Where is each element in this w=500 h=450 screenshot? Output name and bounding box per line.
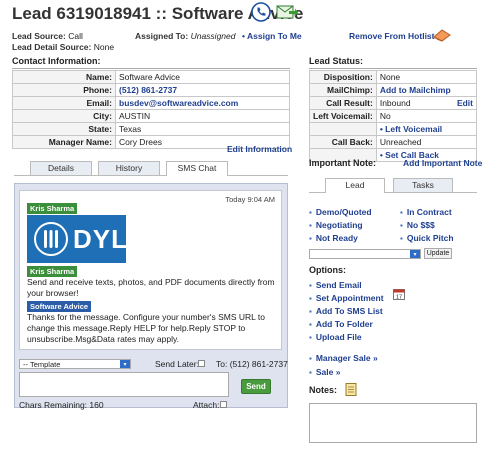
notes-input[interactable] [309,403,477,443]
mailchimp-label: MailChimp: [309,83,377,97]
stage-in-contract[interactable]: In Contract [400,207,452,217]
stage-select[interactable]: ▾ [309,249,421,259]
email-link[interactable]: busdev@softwareadvice.com [119,98,238,108]
dyl-logo-text: DYL [73,224,128,254]
calendar-icon[interactable]: 17 [393,288,405,301]
stage-quick-pitch[interactable]: Quick Pitch [400,233,454,243]
remove-hotlist-link[interactable]: Remove From Hotlist [349,31,435,41]
contact-table: Name: Software Advice Phone: (512) 861-273… [12,70,290,149]
attach-checkbox[interactable] [220,401,227,408]
call-back-label: Call Back: [309,135,377,149]
manager-label: Manager Name: [12,135,116,149]
disposition-label: Disposition: [309,70,377,84]
phone-icon[interactable] [251,2,271,22]
add-to-mailchimp-link[interactable]: Add to Mailchimp [380,85,451,95]
add-important-note-link[interactable]: Add Important Note [403,158,482,168]
tab-strip-line [14,175,288,176]
assigned-to: Assigned To: Unassigned [135,31,236,41]
dyl-logo-image[interactable]: DYL [27,215,128,263]
tab-details[interactable]: Details [30,161,92,175]
phone-label: Phone: [12,83,116,97]
sms-message-input[interactable] [19,372,229,397]
option-add-to-sms-list[interactable]: Add To SMS List [309,306,383,316]
left-voicemail-value: No [375,109,478,123]
left-voicemail-link[interactable]: • Left Voicemail [380,124,442,134]
chat-timestamp: Today 9:04 AM [225,195,275,204]
sale-link[interactable]: Sale » [309,367,341,377]
name-label: Name: [12,70,116,84]
select-arrow-icon: ▾ [410,250,420,258]
edit-call-result-link[interactable]: Edit [457,98,473,108]
update-button[interactable]: Update [424,248,452,259]
option-add-to-folder[interactable]: Add To Folder [309,319,373,329]
disposition-value: None [375,70,478,84]
stage-negotiating[interactable]: Negotiating [309,220,363,230]
state-label: State: [12,122,116,136]
note-pad-icon[interactable] [345,383,357,396]
phone-grid-icon [34,222,68,256]
tab-tasks[interactable]: Tasks [393,178,453,192]
select-arrow-icon: ▾ [120,360,130,368]
tab-history[interactable]: History [98,161,160,175]
sender-badge: Software Advice [27,301,92,312]
stage-demo-quoted[interactable]: Demo/Quoted [309,207,372,217]
lead-status-heading: Lead Status: [309,56,477,69]
send-later-label: Send Later: [155,359,199,369]
chars-remaining: Chars Remaining: 160 [19,400,104,410]
contact-info-heading: Contact Information: [12,56,290,69]
tab-sms-chat[interactable]: SMS Chat [166,161,228,176]
send-button[interactable]: Send [241,379,271,394]
name-value: Software Advice [115,70,290,84]
call-back-value: Unreached [375,135,478,149]
option-set-appointment[interactable]: Set Appointment [309,293,384,303]
email-label: Email: [12,96,116,110]
chat-log[interactable]: Today 9:04 AM Kris Sharma DYL Kris Sharm… [19,190,282,350]
stage-no-money[interactable]: No $$$ [400,220,435,230]
template-select[interactable]: -- Template ▾ [19,359,131,369]
message-text: Send and receive texts, photos, and PDF … [27,277,275,298]
edit-information-link[interactable]: Edit Information [227,144,292,154]
send-later-checkbox[interactable] [198,360,205,367]
city-value: AUSTIN [115,109,290,123]
attach-label: Attach: [193,400,220,410]
options-heading: Options: [309,265,346,275]
message-text: Thanks for the message. Configure your n… [27,312,265,344]
assign-to-me-link[interactable]: • Assign To Me [242,31,302,41]
sender-badge: Kris Sharma [27,203,78,214]
phone-link[interactable]: (512) 861-2737 [119,85,177,95]
eraser-icon[interactable] [432,28,452,42]
notes-heading: Notes: [309,385,338,395]
city-label: City: [12,109,116,123]
lead-source: Lead Source: Call [12,31,83,41]
sender-badge: Kris Sharma [27,266,78,277]
email-arrow-icon[interactable] [276,2,298,22]
manager-sale-link[interactable]: Manager Sale » [309,353,378,363]
option-send-email[interactable]: Send Email [309,280,362,290]
option-upload-file[interactable]: Upload File [309,332,362,342]
stage-not-ready[interactable]: Not Ready [309,233,358,243]
tab-lead[interactable]: Lead [325,178,385,193]
lead-detail-source: Lead Detail Source: None [12,42,115,52]
important-note-heading: Important Note: [309,158,376,168]
call-result-value: Inbound [379,98,411,108]
svg-text:17: 17 [396,295,402,301]
sms-to-number: To: (512) 861-2737 [216,359,288,369]
lead-status-table: Disposition: None MailChimp: Add to Mailch… [309,70,478,162]
call-result-label: Call Result: [309,96,377,110]
left-voicemail-label: Left Voicemail: [309,109,377,123]
state-value: Texas [115,122,290,136]
